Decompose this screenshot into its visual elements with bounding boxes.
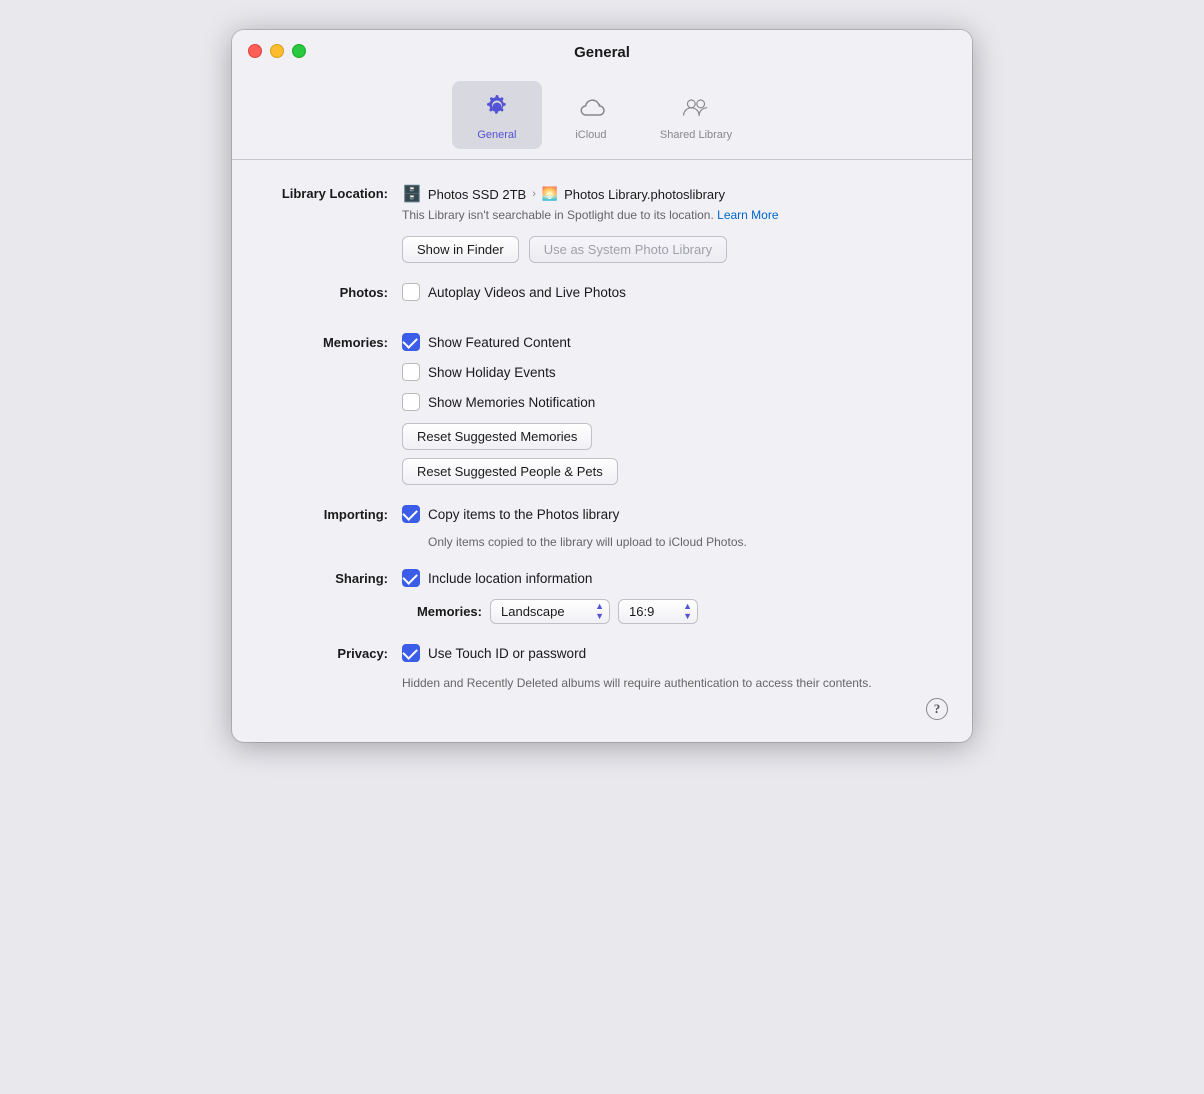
icloud-icon bbox=[573, 89, 609, 125]
tab-icloud[interactable]: iCloud bbox=[546, 81, 636, 149]
memories-content: Show Featured Content Show Holiday Event… bbox=[402, 333, 932, 485]
show-notif-checkbox[interactable] bbox=[402, 393, 420, 411]
show-in-finder-button[interactable]: Show in Finder bbox=[402, 236, 519, 263]
library-path: 🗄️ Photos SSD 2TB › 🌅 Photos Library.pho… bbox=[402, 184, 932, 204]
touch-id-subtext: Hidden and Recently Deleted albums will … bbox=[402, 674, 882, 692]
show-holiday-label: Show Holiday Events bbox=[428, 365, 556, 380]
sharing-label: Sharing: bbox=[272, 569, 402, 586]
sharing-memories-label: Memories: bbox=[402, 604, 482, 619]
drive-name: Photos SSD 2TB bbox=[428, 187, 526, 202]
sharing-row: Sharing: Include location information Me… bbox=[272, 569, 932, 624]
orientation-select[interactable]: Landscape Portrait Square bbox=[490, 599, 610, 624]
touch-id-checkbox[interactable] bbox=[402, 644, 420, 662]
tab-general[interactable]: General bbox=[452, 81, 542, 149]
shared-library-icon bbox=[678, 89, 714, 125]
autoplay-row: Autoplay Videos and Live Photos bbox=[402, 283, 932, 301]
show-featured-row: Show Featured Content bbox=[402, 333, 932, 351]
show-notif-row: Show Memories Notification bbox=[402, 393, 932, 411]
show-featured-checkbox[interactable] bbox=[402, 333, 420, 351]
orientation-select-wrapper: Landscape Portrait Square ▲ ▼ bbox=[490, 599, 610, 624]
touch-id-row: Use Touch ID or password bbox=[402, 644, 932, 662]
library-location-content: 🗄️ Photos SSD 2TB › 🌅 Photos Library.pho… bbox=[402, 184, 932, 263]
tab-shared-library-label: Shared Library bbox=[660, 129, 732, 141]
ratio-select-wrapper: 16:9 4:3 1:1 ▲ ▼ bbox=[618, 599, 698, 624]
learn-more-link[interactable]: Learn More bbox=[717, 208, 778, 222]
drive-icon: 🗄️ bbox=[402, 184, 422, 204]
title-bar: General bbox=[232, 30, 972, 73]
library-location-label: Library Location: bbox=[272, 184, 402, 201]
copy-items-checkbox[interactable] bbox=[402, 505, 420, 523]
autoplay-label: Autoplay Videos and Live Photos bbox=[428, 285, 626, 300]
privacy-label: Privacy: bbox=[272, 644, 402, 661]
copy-items-subtext: Only items copied to the library will up… bbox=[428, 535, 932, 549]
tab-shared-library[interactable]: Shared Library bbox=[640, 81, 752, 149]
gear-icon bbox=[479, 89, 515, 125]
photos-label: Photos: bbox=[272, 283, 402, 300]
maximize-button[interactable] bbox=[292, 44, 306, 58]
copy-items-label: Copy items to the Photos library bbox=[428, 507, 619, 522]
library-buttons: Show in Finder Use as System Photo Libra… bbox=[402, 236, 932, 263]
memories-label: Memories: bbox=[272, 333, 402, 350]
preferences-window: General General iCloud bbox=[232, 30, 972, 742]
minimize-button[interactable] bbox=[270, 44, 284, 58]
help-button[interactable]: ? bbox=[926, 698, 948, 720]
window-title: General bbox=[248, 44, 956, 73]
sharing-content: Include location information Memories: L… bbox=[402, 569, 932, 624]
memories-row: Memories: Show Featured Content Show Hol… bbox=[272, 333, 932, 485]
autoplay-checkbox[interactable] bbox=[402, 283, 420, 301]
memories-buttons: Reset Suggested Memories Reset Suggested… bbox=[402, 423, 932, 485]
tab-icloud-label: iCloud bbox=[575, 129, 606, 141]
copy-items-row: Copy items to the Photos library bbox=[402, 505, 932, 523]
reset-memories-button[interactable]: Reset Suggested Memories bbox=[402, 423, 592, 450]
ratio-select[interactable]: 16:9 4:3 1:1 bbox=[618, 599, 698, 624]
location-row: Include location information bbox=[402, 569, 932, 587]
privacy-content: Use Touch ID or password Hidden and Rece… bbox=[402, 644, 932, 692]
content-area: Library Location: 🗄️ Photos SSD 2TB › 🌅 … bbox=[232, 160, 972, 742]
importing-label: Importing: bbox=[272, 505, 402, 522]
show-holiday-checkbox[interactable] bbox=[402, 363, 420, 381]
importing-row: Importing: Copy items to the Photos libr… bbox=[272, 505, 932, 549]
photos-row: Photos: Autoplay Videos and Live Photos bbox=[272, 283, 932, 313]
close-button[interactable] bbox=[248, 44, 262, 58]
library-name: Photos Library.photoslibrary bbox=[564, 187, 725, 202]
show-featured-label: Show Featured Content bbox=[428, 335, 571, 350]
location-label: Include location information bbox=[428, 571, 592, 586]
importing-content: Copy items to the Photos library Only it… bbox=[402, 505, 932, 549]
photos-content: Autoplay Videos and Live Photos bbox=[402, 283, 932, 313]
touch-id-label: Use Touch ID or password bbox=[428, 646, 586, 661]
location-checkbox[interactable] bbox=[402, 569, 420, 587]
spotlight-warning: This Library isn't searchable in Spotlig… bbox=[402, 208, 932, 222]
tab-general-label: General bbox=[477, 129, 516, 141]
show-notif-label: Show Memories Notification bbox=[428, 395, 595, 410]
reset-people-button[interactable]: Reset Suggested People & Pets bbox=[402, 458, 618, 485]
toolbar: General iCloud Shared Library bbox=[232, 73, 972, 149]
photos-icon: 🌅 bbox=[542, 186, 558, 202]
sharing-memories-row: Memories: Landscape Portrait Square ▲ ▼ bbox=[402, 599, 932, 624]
use-as-system-button[interactable]: Use as System Photo Library bbox=[529, 236, 727, 263]
show-holiday-row: Show Holiday Events bbox=[402, 363, 932, 381]
library-location-row: Library Location: 🗄️ Photos SSD 2TB › 🌅 … bbox=[272, 184, 932, 263]
privacy-row: Privacy: Use Touch ID or password Hidden… bbox=[272, 644, 932, 692]
traffic-lights bbox=[248, 44, 306, 58]
path-chevron: › bbox=[532, 188, 536, 200]
